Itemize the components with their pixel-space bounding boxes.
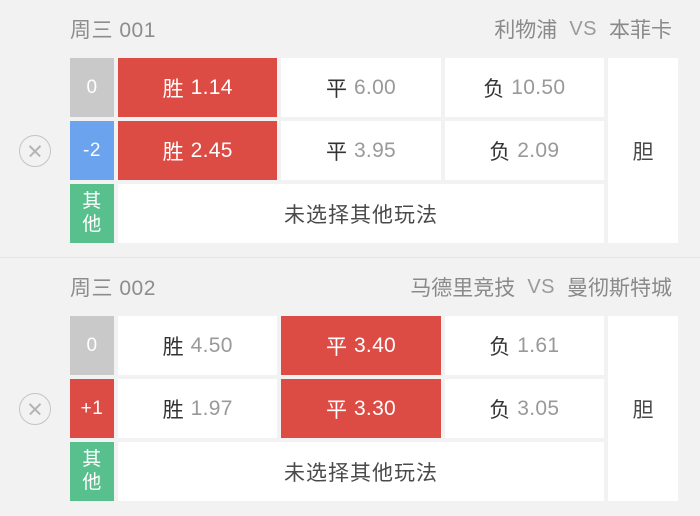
odds-label: 平: [325, 398, 347, 422]
odds-label: 平: [325, 77, 347, 101]
match-block: 周三 001 利物浦 VS 本菲卡 0 胜 1.14 平 6.00 负 10.5…: [0, 0, 700, 257]
handicap-badge[interactable]: +1: [70, 379, 114, 438]
odds-table: 0 胜 4.50 平 3.40 负 1.61 +1 胜 1.97 平 3.30 …: [70, 316, 604, 501]
close-circle-icon[interactable]: [19, 392, 51, 425]
other-play-text: 未选择其他玩法: [284, 203, 438, 227]
odds-cell-lose[interactable]: 负 1.61: [444, 316, 604, 375]
other-play-cell[interactable]: 未选择其他玩法: [118, 184, 604, 243]
vs-label: VS: [527, 275, 555, 298]
dan-column[interactable]: 胆: [608, 58, 678, 243]
odds-label: 胜: [162, 77, 184, 101]
odds-cell-lose[interactable]: 负 10.50: [444, 58, 604, 117]
odds-row: 0 胜 4.50 平 3.40 负 1.61: [70, 316, 604, 375]
odds-cell-win[interactable]: 胜 1.97: [118, 379, 278, 438]
odds-value: 2.45: [190, 138, 233, 162]
odds-value: 3.30: [353, 396, 397, 420]
odds-row: 0 胜 1.14 平 6.00 负 10.50: [70, 58, 604, 117]
odds-label: 负: [483, 77, 505, 101]
odds-wrap: 0 胜 4.50 平 3.40 负 1.61 +1 胜 1.97 平 3.30 …: [70, 316, 700, 501]
match-block: 周三 002 马德里竞技 VS 曼彻斯特城 0 胜 4.50 平 3.40 负 …: [0, 257, 700, 515]
odds-cell-win[interactable]: 胜 1.14: [118, 58, 278, 117]
bet-slip-page: 周三 001 利物浦 VS 本菲卡 0 胜 1.14 平 6.00 负 10.5…: [0, 0, 700, 515]
other-play-cell[interactable]: 未选择其他玩法: [118, 442, 604, 501]
odds-cell-draw[interactable]: 平 3.30: [281, 379, 441, 438]
dan-label: 胆: [632, 398, 654, 422]
odds-value: 10.50: [511, 75, 566, 99]
odds-value: 3.95: [353, 138, 397, 162]
match-teams: 马德里竞技 VS 曼彻斯特城: [410, 272, 672, 302]
odds-row: -2 胜 2.45 平 3.95 负 2.09: [70, 121, 604, 180]
match-teams: 利物浦 VS 本菲卡: [494, 14, 672, 44]
dan-label: 胆: [632, 140, 654, 164]
handicap-badge[interactable]: 0: [70, 316, 114, 375]
odds-label: 负: [489, 398, 511, 422]
vs-label: VS: [569, 17, 597, 40]
odds-label: 胜: [162, 335, 184, 359]
odds-cell-draw[interactable]: 平 6.00: [281, 58, 441, 117]
home-team-label: 马德里竞技: [410, 277, 516, 300]
odds-value: 1.14: [190, 75, 233, 99]
other-badge-line1: 其: [82, 191, 102, 213]
other-badge[interactable]: 其 他: [70, 184, 114, 243]
odds-value: 2.09: [517, 138, 560, 162]
match-id-label: 周三 001: [70, 19, 156, 42]
other-badge-line1: 其: [82, 449, 102, 471]
odds-table: 0 胜 1.14 平 6.00 负 10.50 -2 胜 2.45 平 3.95…: [70, 58, 604, 243]
match-body: 0 胜 4.50 平 3.40 负 1.61 +1 胜 1.97 平 3.30 …: [0, 316, 700, 501]
odds-label: 胜: [162, 140, 184, 164]
odds-label: 负: [489, 140, 511, 164]
handicap-badge[interactable]: 0: [70, 58, 114, 117]
other-play-text: 未选择其他玩法: [284, 461, 438, 485]
close-circle-icon[interactable]: [19, 134, 51, 167]
odds-value: 3.05: [517, 396, 560, 420]
odds-row: +1 胜 1.97 平 3.30 负 3.05: [70, 379, 604, 438]
odds-cell-lose[interactable]: 负 2.09: [444, 121, 604, 180]
odds-cell-win[interactable]: 胜 2.45: [118, 121, 278, 180]
match-header: 周三 001 利物浦 VS 本菲卡: [0, 0, 700, 58]
away-team-label: 曼彻斯特城: [567, 277, 672, 300]
odds-value: 4.50: [190, 333, 233, 357]
odds-wrap: 0 胜 1.14 平 6.00 负 10.50 -2 胜 2.45 平 3.95…: [70, 58, 700, 243]
match-id-label: 周三 002: [70, 277, 156, 300]
odds-label: 胜: [162, 398, 184, 422]
match-body: 0 胜 1.14 平 6.00 负 10.50 -2 胜 2.45 平 3.95…: [0, 58, 700, 243]
handicap-badge[interactable]: -2: [70, 121, 114, 180]
odds-label: 平: [325, 140, 347, 164]
odds-label: 负: [489, 335, 511, 359]
home-team-label: 利物浦: [494, 19, 558, 42]
odds-value: 3.40: [353, 333, 397, 357]
odds-cell-lose[interactable]: 负 3.05: [444, 379, 604, 438]
remove-match-column: [0, 58, 70, 243]
other-badge[interactable]: 其 他: [70, 442, 114, 501]
dan-column[interactable]: 胆: [608, 316, 678, 501]
odds-value: 1.97: [190, 396, 233, 420]
other-badge-line2: 他: [82, 471, 102, 493]
other-badge-line2: 他: [82, 213, 102, 235]
away-team-label: 本菲卡: [609, 19, 672, 42]
other-play-row: 其 他 未选择其他玩法: [70, 184, 604, 243]
other-play-row: 其 他 未选择其他玩法: [70, 442, 604, 501]
odds-cell-draw[interactable]: 平 3.40: [281, 316, 441, 375]
odds-value: 1.61: [517, 333, 560, 357]
remove-match-column: [0, 316, 70, 501]
odds-value: 6.00: [353, 75, 397, 99]
odds-cell-draw[interactable]: 平 3.95: [281, 121, 441, 180]
match-header: 周三 002 马德里竞技 VS 曼彻斯特城: [0, 258, 700, 316]
odds-cell-win[interactable]: 胜 4.50: [118, 316, 278, 375]
odds-label: 平: [325, 335, 347, 359]
